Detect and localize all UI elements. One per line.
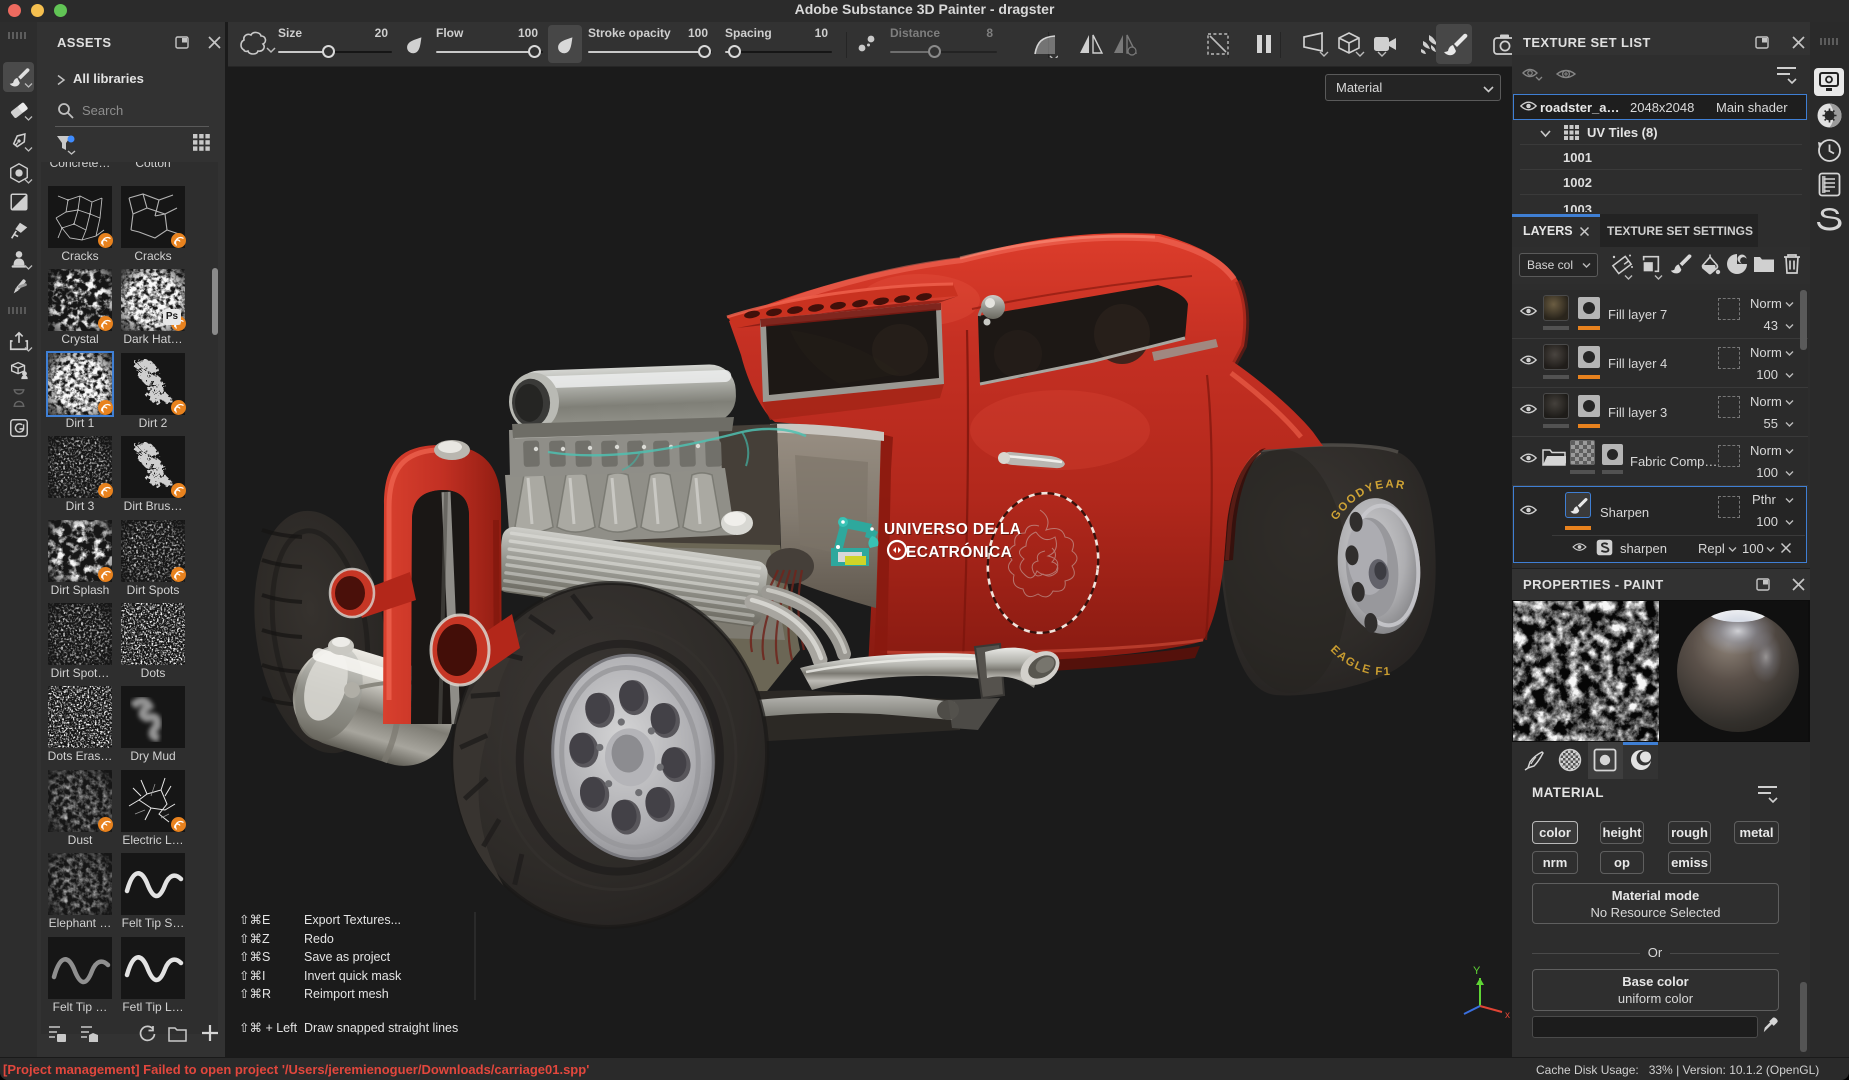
svg-text:Invert quick mask: Invert quick mask [304,969,402,983]
svg-text:x: x [1505,1010,1510,1021]
svg-text:Reimport mesh: Reimport mesh [304,987,389,1001]
svg-text:UNIVERSO DE LA: UNIVERSO DE LA [884,521,1021,538]
svg-text:ECATRÓNICA: ECATRÓNICA [906,543,1012,561]
svg-text:⇧⌘E: ⇧⌘E [239,913,270,927]
svg-text:⇧⌘Z: ⇧⌘Z [239,932,270,946]
svg-text:Redo: Redo [304,932,334,946]
svg-text:⇧⌘ + Left: ⇧⌘ + Left [239,1021,298,1035]
svg-text:Export Textures...: Export Textures... [304,913,401,927]
svg-text:Save as project: Save as project [304,950,391,964]
svg-text:⇧⌘R: ⇧⌘R [239,987,271,1001]
svg-text:Draw snapped straight lines: Draw snapped straight lines [304,1021,458,1035]
svg-text:⇧⌘S: ⇧⌘S [239,950,270,964]
svg-text:Y: Y [1473,965,1481,977]
svg-text:⇧⌘I: ⇧⌘I [239,969,265,983]
